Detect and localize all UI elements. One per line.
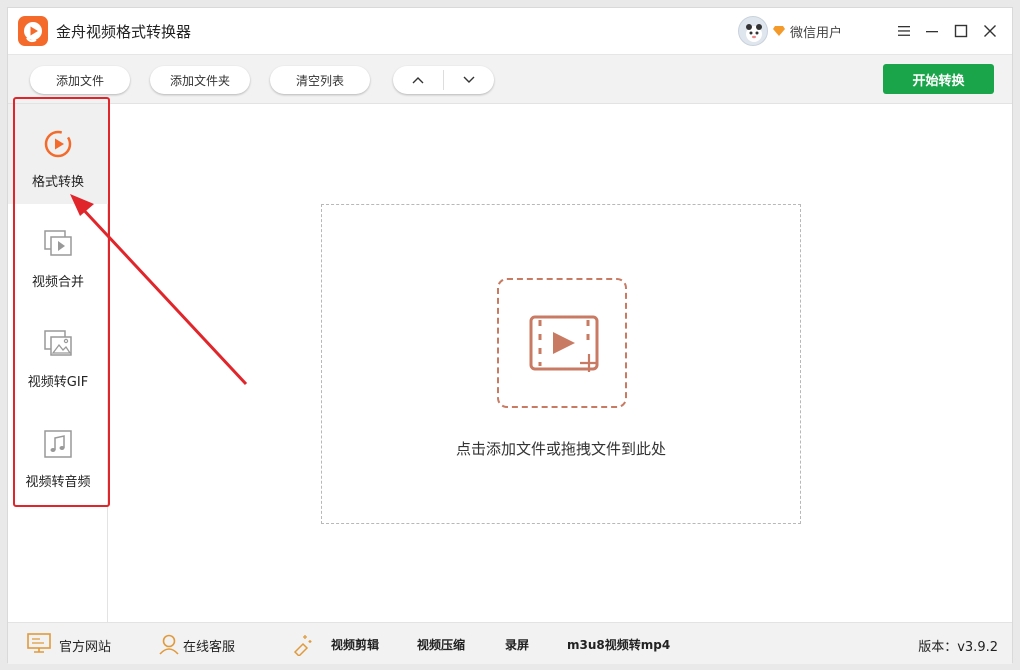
file-drop-zone[interactable]: 点击添加文件或拖拽文件到此处 — [321, 204, 801, 524]
minimize-icon — [926, 31, 938, 33]
online-support-link[interactable]: 在线客服 — [183, 636, 235, 655]
customer-service-icon — [159, 634, 179, 655]
sidebar: 格式转换 视频合并 视频转GIF 视频转音频 — [8, 97, 110, 622]
menu-icon — [898, 26, 910, 36]
move-up-button[interactable] — [393, 66, 443, 94]
chevron-up-icon — [412, 77, 424, 84]
app-logo-icon — [18, 16, 48, 46]
app-window: 金舟视频格式转换器 微信用户 添加文件 添加文件夹 清空列表 开始转换 格式转换… — [7, 7, 1013, 664]
video-to-gif-icon — [44, 330, 72, 356]
footer-link-m3u8-to-mp4[interactable]: m3u8视频转mp4 — [567, 636, 670, 653]
vip-diamond-icon — [773, 26, 785, 36]
sidebar-item-label: 格式转换 — [31, 175, 84, 190]
monitor-icon — [27, 633, 51, 653]
close-icon — [984, 25, 996, 37]
user-name[interactable]: 微信用户 — [790, 22, 842, 41]
chevron-down-icon — [463, 76, 475, 83]
add-video-icon — [529, 315, 599, 372]
sidebar-item-format-convert[interactable]: 格式转换 — [8, 104, 108, 204]
close-button[interactable] — [979, 20, 1001, 42]
sparkle-icon — [293, 635, 312, 656]
sidebar-item-label: 视频合并 — [31, 275, 84, 290]
drop-hint-text: 点击添加文件或拖拽文件到此处 — [455, 440, 666, 458]
move-down-button[interactable] — [444, 66, 494, 94]
sidebar-item-label: 视频转GIF — [27, 375, 89, 390]
user-avatar[interactable] — [738, 16, 768, 46]
sidebar-item-label: 视频转音频 — [25, 475, 91, 490]
footer-bar: 官方网站 在线客服 视频剪辑 视频压缩 录屏 m3u8视频转mp4 版本：v3.… — [8, 622, 1012, 664]
app-title: 金舟视频格式转换器 — [56, 23, 192, 41]
video-to-audio-icon — [44, 430, 72, 458]
menu-button[interactable] — [893, 20, 915, 42]
footer-link-video-edit[interactable]: 视频剪辑 — [331, 636, 379, 653]
sidebar-item-video-merge[interactable]: 视频合并 — [8, 204, 108, 304]
video-merge-icon — [44, 230, 72, 256]
maximize-icon — [954, 24, 968, 38]
sidebar-item-video-to-gif[interactable]: 视频转GIF — [8, 304, 108, 404]
version-text: 版本：v3.9.2 — [918, 640, 998, 655]
footer-link-video-compress[interactable]: 视频压缩 — [417, 636, 465, 653]
sidebar-item-video-to-audio[interactable]: 视频转音频 — [8, 404, 108, 504]
add-file-button[interactable]: 添加文件 — [30, 66, 130, 94]
toolbar: 添加文件 添加文件夹 清空列表 开始转换 — [8, 54, 1012, 104]
title-bar: 金舟视频格式转换器 微信用户 — [8, 8, 1012, 54]
footer-link-screen-record[interactable]: 录屏 — [505, 636, 529, 653]
clear-list-button[interactable]: 清空列表 — [270, 66, 370, 94]
add-video-icon-box — [497, 278, 627, 408]
move-buttons — [393, 66, 494, 94]
format-convert-icon — [44, 130, 72, 158]
start-convert-button[interactable]: 开始转换 — [883, 64, 994, 94]
official-website-link[interactable]: 官方网站 — [59, 636, 111, 655]
minimize-button[interactable] — [921, 20, 943, 42]
maximize-button[interactable] — [950, 20, 972, 42]
add-folder-button[interactable]: 添加文件夹 — [150, 66, 250, 94]
